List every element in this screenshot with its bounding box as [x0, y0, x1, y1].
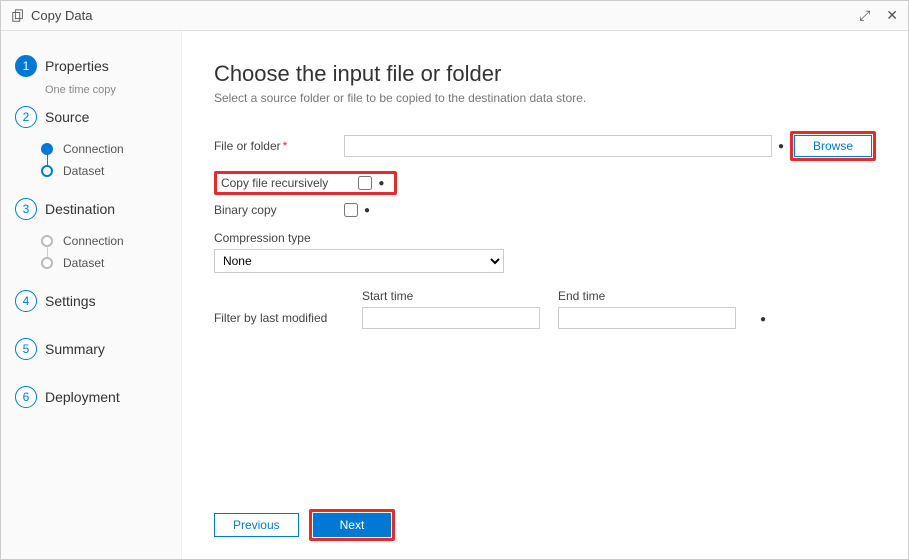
expand-icon[interactable]: ⤢: [859, 7, 870, 24]
step-summary[interactable]: 5 Summary: [1, 334, 181, 364]
source-substeps: Connection Dataset: [41, 138, 181, 182]
compression-label: Compression type: [214, 231, 876, 245]
compression-select[interactable]: None: [214, 249, 504, 273]
substep-label-connection: Connection: [63, 142, 124, 156]
header-title: Copy Data: [11, 8, 92, 23]
filter-label: Filter by last modified: [214, 311, 344, 329]
end-time-input[interactable]: [558, 307, 736, 329]
header-title-text: Copy Data: [31, 8, 92, 23]
copy-recursive-checkbox[interactable]: [358, 176, 372, 190]
binary-copy-checkbox[interactable]: [344, 203, 358, 217]
step-label-settings: Settings: [45, 290, 96, 312]
step-label-properties: Properties: [45, 55, 109, 77]
substep-label-dest-connection: Connection: [63, 234, 124, 248]
header: Copy Data ⤢ ✕: [1, 1, 908, 31]
step-number-3: 3: [15, 198, 37, 220]
previous-button[interactable]: Previous: [214, 513, 299, 537]
step-settings[interactable]: 4 Settings: [1, 286, 181, 316]
step-source[interactable]: 2 Source: [1, 102, 181, 132]
browse-highlight: Browse: [790, 131, 876, 161]
file-folder-row: File or folder* ● Browse: [214, 131, 876, 161]
file-folder-label: File or folder*: [214, 139, 344, 153]
substep-dest-dataset[interactable]: Dataset: [41, 252, 181, 274]
wizard-sidebar: 1 Properties One time copy 2 Source Conn…: [1, 31, 182, 559]
step-number-4: 4: [15, 290, 37, 312]
step-label-source: Source: [45, 106, 89, 128]
substep-dest-connection[interactable]: Connection: [41, 230, 181, 252]
info-icon-filter[interactable]: ●: [760, 314, 766, 329]
filter-row: Filter by last modified Start time End t…: [214, 289, 876, 329]
info-icon-recursive[interactable]: ●: [378, 178, 384, 189]
main-panel: Choose the input file or folder Select a…: [182, 31, 908, 559]
file-folder-input[interactable]: [344, 135, 772, 157]
substep-label-dataset: Dataset: [63, 164, 104, 178]
substep-source-connection[interactable]: Connection: [41, 138, 181, 160]
end-time-col: End time: [558, 289, 736, 329]
start-time-input[interactable]: [362, 307, 540, 329]
next-button[interactable]: Next: [313, 513, 392, 537]
substep-source-dataset[interactable]: Dataset: [41, 160, 181, 182]
substep-dot-dataset: [41, 165, 53, 177]
step-label-destination: Destination: [45, 198, 115, 220]
step-number-5: 5: [15, 338, 37, 360]
info-icon[interactable]: ●: [778, 141, 784, 152]
binary-copy-row: Binary copy ●: [214, 203, 876, 217]
step-number-1: 1: [15, 55, 37, 77]
step-destination[interactable]: 3 Destination: [1, 194, 181, 224]
step-label-deployment: Deployment: [45, 386, 120, 408]
copy-recursive-highlight: Copy file recursively ●: [214, 171, 397, 195]
step-sub-properties: One time copy: [31, 84, 181, 96]
next-highlight: Next: [309, 509, 396, 541]
start-time-col: Start time: [362, 289, 540, 329]
footer: Previous Next: [214, 509, 876, 541]
start-time-label: Start time: [362, 289, 540, 303]
copy-recursive-label: Copy file recursively: [221, 176, 328, 190]
page-title: Choose the input file or folder: [214, 61, 876, 87]
page-description: Select a source folder or file to be cop…: [214, 91, 876, 105]
substep-label-dest-dataset: Dataset: [63, 256, 104, 270]
step-number-2: 2: [15, 106, 37, 128]
step-number-6: 6: [15, 386, 37, 408]
substep-dot-dest-dataset: [41, 257, 53, 269]
step-properties[interactable]: 1 Properties: [1, 51, 181, 81]
browse-button[interactable]: Browse: [794, 135, 872, 157]
copy-icon: [11, 9, 25, 23]
destination-substeps: Connection Dataset: [41, 230, 181, 274]
info-icon-binary[interactable]: ●: [364, 205, 370, 216]
binary-copy-label: Binary copy: [214, 203, 344, 217]
step-label-summary: Summary: [45, 338, 105, 360]
close-icon[interactable]: ✕: [886, 7, 898, 24]
end-time-label: End time: [558, 289, 736, 303]
step-deployment[interactable]: 6 Deployment: [1, 382, 181, 412]
